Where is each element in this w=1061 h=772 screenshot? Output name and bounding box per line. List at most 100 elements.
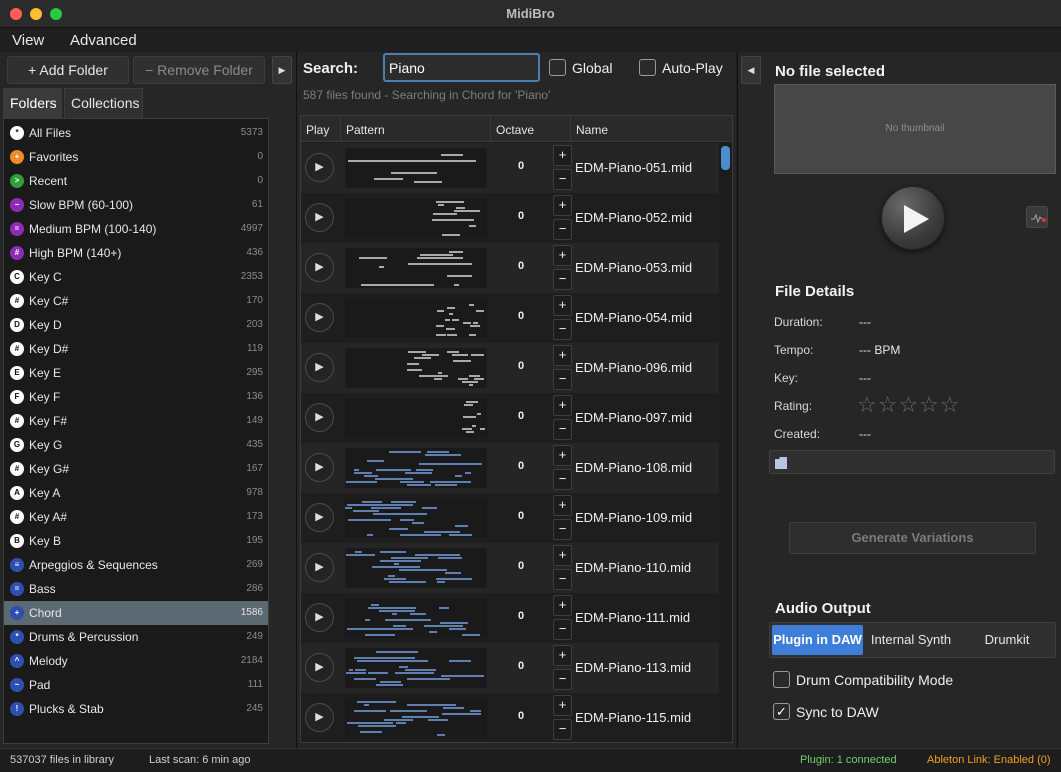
octave-plus-button[interactable]: +	[553, 545, 572, 566]
row-play-button[interactable]: ▶	[305, 403, 334, 432]
table-row[interactable]: ▶ 0 + − EDM-Piano-115.mid	[301, 693, 719, 742]
audio-option-drumkit[interactable]: Drumkit	[959, 623, 1055, 657]
autoplay-checkbox[interactable]	[639, 59, 656, 76]
folder-item[interactable]: A Key A 978	[4, 481, 268, 505]
octave-plus-button[interactable]: +	[553, 595, 572, 616]
folder-item[interactable]: # Key D# 119	[4, 337, 268, 361]
folder-item[interactable]: = Bass 286	[4, 577, 268, 601]
collapse-left-button[interactable]: ▶	[272, 56, 292, 84]
folder-item[interactable]: * Drums & Percussion 249	[4, 625, 268, 649]
table-row[interactable]: ▶ 0 + − EDM-Piano-053.mid	[301, 243, 719, 293]
octave-plus-button[interactable]: +	[553, 695, 572, 716]
octave-plus-button[interactable]: +	[553, 645, 572, 666]
folder-item[interactable]: ~ Pad 111	[4, 673, 268, 697]
folder-item[interactable]: # Key C# 170	[4, 289, 268, 313]
table-row[interactable]: ▶ 0 + − EDM-Piano-108.mid	[301, 443, 719, 493]
octave-minus-button[interactable]: −	[553, 669, 572, 690]
pattern-note	[449, 251, 464, 253]
collapse-right-button[interactable]: ◀	[741, 56, 761, 84]
octave-minus-button[interactable]: −	[553, 219, 572, 240]
row-play-button[interactable]: ▶	[305, 703, 334, 732]
octave-plus-button[interactable]: +	[553, 395, 572, 416]
folder-item[interactable]: + Chord 1586	[4, 601, 268, 625]
folder-item[interactable]: C Key C 2353	[4, 265, 268, 289]
folder-item[interactable]: D Key D 203	[4, 313, 268, 337]
row-play-button[interactable]: ▶	[305, 453, 334, 482]
folder-item[interactable]: ^ Melody 2184	[4, 649, 268, 673]
table-row[interactable]: ▶ 0 + − EDM-Piano-109.mid	[301, 493, 719, 543]
table-row[interactable]: ▶ 0 + − EDM-Piano-110.mid	[301, 543, 719, 593]
audio-option-internal-synth[interactable]: Internal Synth	[863, 623, 959, 657]
folder-item[interactable]: # High BPM (140+) 436	[4, 241, 268, 265]
row-play-button[interactable]: ▶	[305, 553, 334, 582]
octave-minus-button[interactable]: −	[553, 269, 572, 290]
row-play-button[interactable]: ▶	[305, 503, 334, 532]
table-row[interactable]: ▶ 0 + − EDM-Piano-096.mid	[301, 343, 719, 393]
global-checkbox[interactable]	[549, 59, 566, 76]
menu-advanced[interactable]: Advanced	[70, 32, 137, 49]
sync-daw-checkbox[interactable]: ✓	[773, 703, 790, 720]
folder-item[interactable]: # Key F# 149	[4, 409, 268, 433]
folder-item[interactable]: G Key G 435	[4, 433, 268, 457]
remove-folder-button[interactable]: − Remove Folder	[133, 56, 265, 84]
row-play-button[interactable]: ▶	[305, 353, 334, 382]
octave-plus-button[interactable]: +	[553, 195, 572, 216]
generate-variations-button[interactable]: Generate Variations	[789, 522, 1036, 554]
octave-minus-button[interactable]: −	[553, 519, 572, 540]
search-input[interactable]	[383, 53, 540, 82]
folder-item[interactable]: = Medium BPM (100-140) 4997	[4, 217, 268, 241]
row-play-button[interactable]: ▶	[305, 203, 334, 232]
drum-compat-checkbox[interactable]	[773, 671, 790, 688]
table-row[interactable]: ▶ 0 + − EDM-Piano-111.mid	[301, 593, 719, 643]
table-row[interactable]: ▶ 0 + − EDM-Piano-052.mid	[301, 193, 719, 243]
folder-item[interactable]: * All Files 5373	[4, 121, 268, 145]
file-path-bar[interactable]	[769, 450, 1055, 474]
octave-plus-button[interactable]: +	[553, 245, 572, 266]
preview-play-button[interactable]	[881, 186, 945, 250]
column-header-octave[interactable]: Octave	[491, 116, 571, 142]
folder-item[interactable]: > Recent 0	[4, 169, 268, 193]
octave-minus-button[interactable]: −	[553, 419, 572, 440]
row-play-button[interactable]: ▶	[305, 303, 334, 332]
table-row[interactable]: ▶ 0 + − EDM-Piano-054.mid	[301, 293, 719, 343]
rating-stars[interactable]: ☆☆☆☆☆	[857, 394, 961, 416]
octave-plus-button[interactable]: +	[553, 145, 572, 166]
row-play-button[interactable]: ▶	[305, 653, 334, 682]
octave-minus-button[interactable]: −	[553, 169, 572, 190]
octave-plus-button[interactable]: +	[553, 295, 572, 316]
row-play-button[interactable]: ▶	[305, 253, 334, 282]
tab-collections[interactable]: Collections	[64, 88, 143, 118]
row-play-button[interactable]: ▶	[305, 603, 334, 632]
folder-item[interactable]: ! Plucks & Stab 245	[4, 697, 268, 721]
audio-option-plugin[interactable]: Plugin in DAW	[772, 625, 863, 655]
octave-plus-button[interactable]: +	[553, 495, 572, 516]
menu-view[interactable]: View	[12, 32, 44, 49]
folder-item[interactable]: # Key A# 173	[4, 505, 268, 529]
tab-folders[interactable]: Folders	[3, 88, 62, 118]
folder-item[interactable]: ≡ Arpeggios & Sequences 269	[4, 553, 268, 577]
octave-minus-button[interactable]: −	[553, 469, 572, 490]
table-row[interactable]: ▶ 0 + − EDM-Piano-097.mid	[301, 393, 719, 443]
octave-minus-button[interactable]: −	[553, 569, 572, 590]
add-folder-button[interactable]: + Add Folder	[7, 56, 129, 84]
octave-plus-button[interactable]: +	[553, 345, 572, 366]
vertical-scrollbar[interactable]	[721, 146, 730, 170]
octave-minus-button[interactable]: −	[553, 719, 572, 740]
octave-plus-button[interactable]: +	[553, 445, 572, 466]
table-row[interactable]: ▶ 0 + − EDM-Piano-113.mid	[301, 643, 719, 693]
octave-minus-button[interactable]: −	[553, 619, 572, 640]
folder-item[interactable]: # Key G# 167	[4, 457, 268, 481]
folder-item[interactable]: B Key B 195	[4, 529, 268, 553]
folder-item[interactable]: − Slow BPM (60-100) 61	[4, 193, 268, 217]
table-row[interactable]: ▶ 0 + − EDM-Piano-051.mid	[301, 143, 719, 193]
column-header-pattern[interactable]: Pattern	[341, 116, 491, 142]
folder-item[interactable]: + Favorites 0	[4, 145, 268, 169]
octave-minus-button[interactable]: −	[553, 319, 572, 340]
folder-item[interactable]: E Key E 295	[4, 361, 268, 385]
row-play-button[interactable]: ▶	[305, 153, 334, 182]
octave-minus-button[interactable]: −	[553, 369, 572, 390]
column-header-name[interactable]: Name	[571, 116, 732, 142]
waveform-button[interactable]	[1026, 206, 1048, 228]
folder-item[interactable]: F Key F 136	[4, 385, 268, 409]
column-header-play[interactable]: Play	[301, 116, 341, 142]
